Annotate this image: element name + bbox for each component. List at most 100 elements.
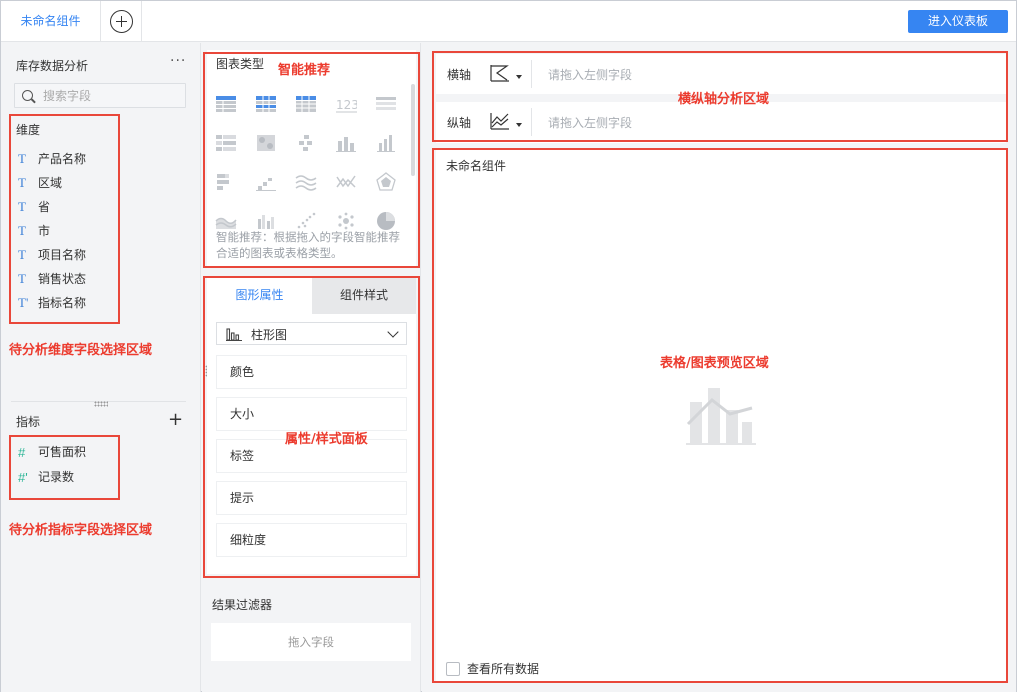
tab-unnamed-component[interactable]: 未命名组件 [1,1,101,42]
field-label: 指标名称 [38,296,87,310]
prop-granularity[interactable]: 细粒度 [216,523,407,557]
view-all-data-label: 查看所有数据 [467,662,540,676]
step-chart-icon [256,177,276,191]
chart-type-grid: 123 [215,84,405,240]
dimension-field[interactable]: T' 指标名称 [18,291,86,315]
more-icon[interactable]: ··· [170,53,186,69]
annotation-props-text: 属性/样式面板 [285,432,368,447]
grouped-column-icon [258,214,274,229]
dimension-field[interactable]: T 产品名称 [18,147,86,171]
chart-type-option[interactable] [215,84,255,123]
chart-type-select[interactable]: 柱形图 [216,322,407,345]
metric-title: 指标 [16,415,41,429]
chart-type-option[interactable] [335,123,375,162]
text-table-icon [376,96,396,110]
enter-dashboard-button[interactable]: 进入仪表板 [908,10,1008,33]
property-tabs: 图形属性 组件样式 柱形图 颜色 大小 标签 提示 细粒度 [207,276,416,574]
dimension-field[interactable]: T市 [18,219,86,243]
y-axis-icon[interactable] [489,111,511,131]
chart-type-option[interactable] [215,123,255,162]
chart-type-option[interactable] [375,123,415,162]
dimension-field[interactable]: T 区域 [18,171,86,195]
annotation-preview-text: 表格/图表预览区域 [660,356,769,371]
chart-type-option[interactable] [295,84,335,123]
chart-type-option[interactable] [375,84,415,123]
text-field-icon: T [18,175,26,190]
tab-component-style[interactable]: 组件样式 [312,276,416,314]
resize-handle-icon[interactable] [94,401,108,407]
field-label: 销售状态 [38,272,87,286]
radar-chart-icon [376,171,396,191]
bar-chart-icon [336,136,356,152]
number-field-icon: # [18,445,26,460]
checkbox[interactable] [446,661,460,676]
dimension-title: 维度 [16,123,41,137]
metric-list: # 可售面积 #' 记录数 [18,440,86,490]
pie-chart-icon [377,211,395,230]
text-field-icon: T [18,151,26,166]
app-window: 未命名组件 进入仪表板 库存数据分析 ··· 维度 T产品名称 T区域 T省 T… [0,0,1017,692]
y-axis-drop-zone[interactable]: 请拖入左侧字段 [548,114,632,131]
prop-size[interactable]: 大小 [216,397,407,431]
svg-text:123: 123 [336,98,357,112]
y-axis-dropdown-icon[interactable] [516,123,522,127]
property-list: 颜色 大小 标签 提示 细粒度 [216,355,407,565]
prop-tooltip[interactable]: 提示 [216,481,407,515]
field-search[interactable] [14,83,186,108]
metric-field[interactable]: # 可售面积 [18,440,86,465]
x-axis-dropdown-icon[interactable] [516,75,522,79]
scatter-chart-icon [297,212,316,228]
scatter-bar-icon [299,134,312,151]
stacked-bar-icon [217,173,229,190]
calculated-number-field-icon: #' [18,470,28,485]
chart-type-option[interactable] [375,162,415,201]
field-label: 记录数 [38,470,75,484]
field-label: 省 [38,200,51,214]
field-label: 市 [38,224,51,238]
annotation-metric-text: 待分析指标字段选择区域 [9,523,153,538]
chart-type-option[interactable] [255,123,295,162]
dimension-field[interactable]: T 项目名称 [18,243,86,267]
field-label: 区域 [38,176,63,190]
x-axis-icon[interactable] [489,63,511,83]
chart-type-option[interactable] [335,162,375,201]
chart-type-option[interactable] [255,84,295,123]
x-axis-label: 横轴 [447,68,472,82]
annotation-smart-recommend-text: 智能推荐 [278,63,331,78]
chart-type-option[interactable]: 123 [335,84,375,123]
bubble-chart-icon [338,212,354,229]
selected-chart-type: 柱形图 [251,328,288,342]
dimension-field[interactable]: T省 [18,195,86,219]
axis-divider [531,108,532,136]
config-panel: 图表类型 123 智能推荐：根据拖入的字段智能推荐合适的图表或表格类型。 图形属… [202,43,421,692]
chevron-down-icon [387,326,399,338]
add-tab-button[interactable] [102,1,142,42]
add-metric-icon[interactable]: + [168,409,183,430]
search-input[interactable] [43,88,181,104]
view-all-data-toggle[interactable]: 查看所有数据 [446,660,539,677]
grouped-table-icon [216,95,236,112]
field-label: 产品名称 [38,152,87,166]
tab-graph-properties[interactable]: 图形属性 [207,276,312,314]
chart-type-option[interactable] [255,162,295,201]
chart-type-option[interactable] [215,162,255,201]
heatmap-block-icon [257,134,275,151]
prop-color[interactable]: 颜色 [216,355,407,389]
metric-field[interactable]: #' 记录数 [18,465,86,490]
x-axis-drop-zone[interactable]: 请拖入左侧字段 [548,66,632,83]
dimension-field[interactable]: T 销售状态 [18,267,86,291]
chart-type-option[interactable] [295,162,335,201]
area-chart-icon [215,217,237,229]
calculated-text-field-icon: T' [18,295,29,310]
chart-type-option[interactable] [295,123,335,162]
preview-title[interactable]: 未命名组件 [446,157,506,174]
dimension-list: T 产品名称 T 区域 T省 T市 T 项目名称 T 销售状态 T' 指标名称 [18,147,86,315]
text-field-icon: T [18,199,26,214]
filter-drop-zone[interactable]: 拖入字段 [211,623,411,661]
result-filter-title: 结果过滤器 [212,598,273,612]
dataset-title: 库存数据分析 [16,59,89,73]
text-field-icon: T [18,271,26,286]
field-label: 可售面积 [38,445,87,459]
chart-type-scrollbar[interactable] [411,84,415,176]
axis-divider [531,60,532,88]
